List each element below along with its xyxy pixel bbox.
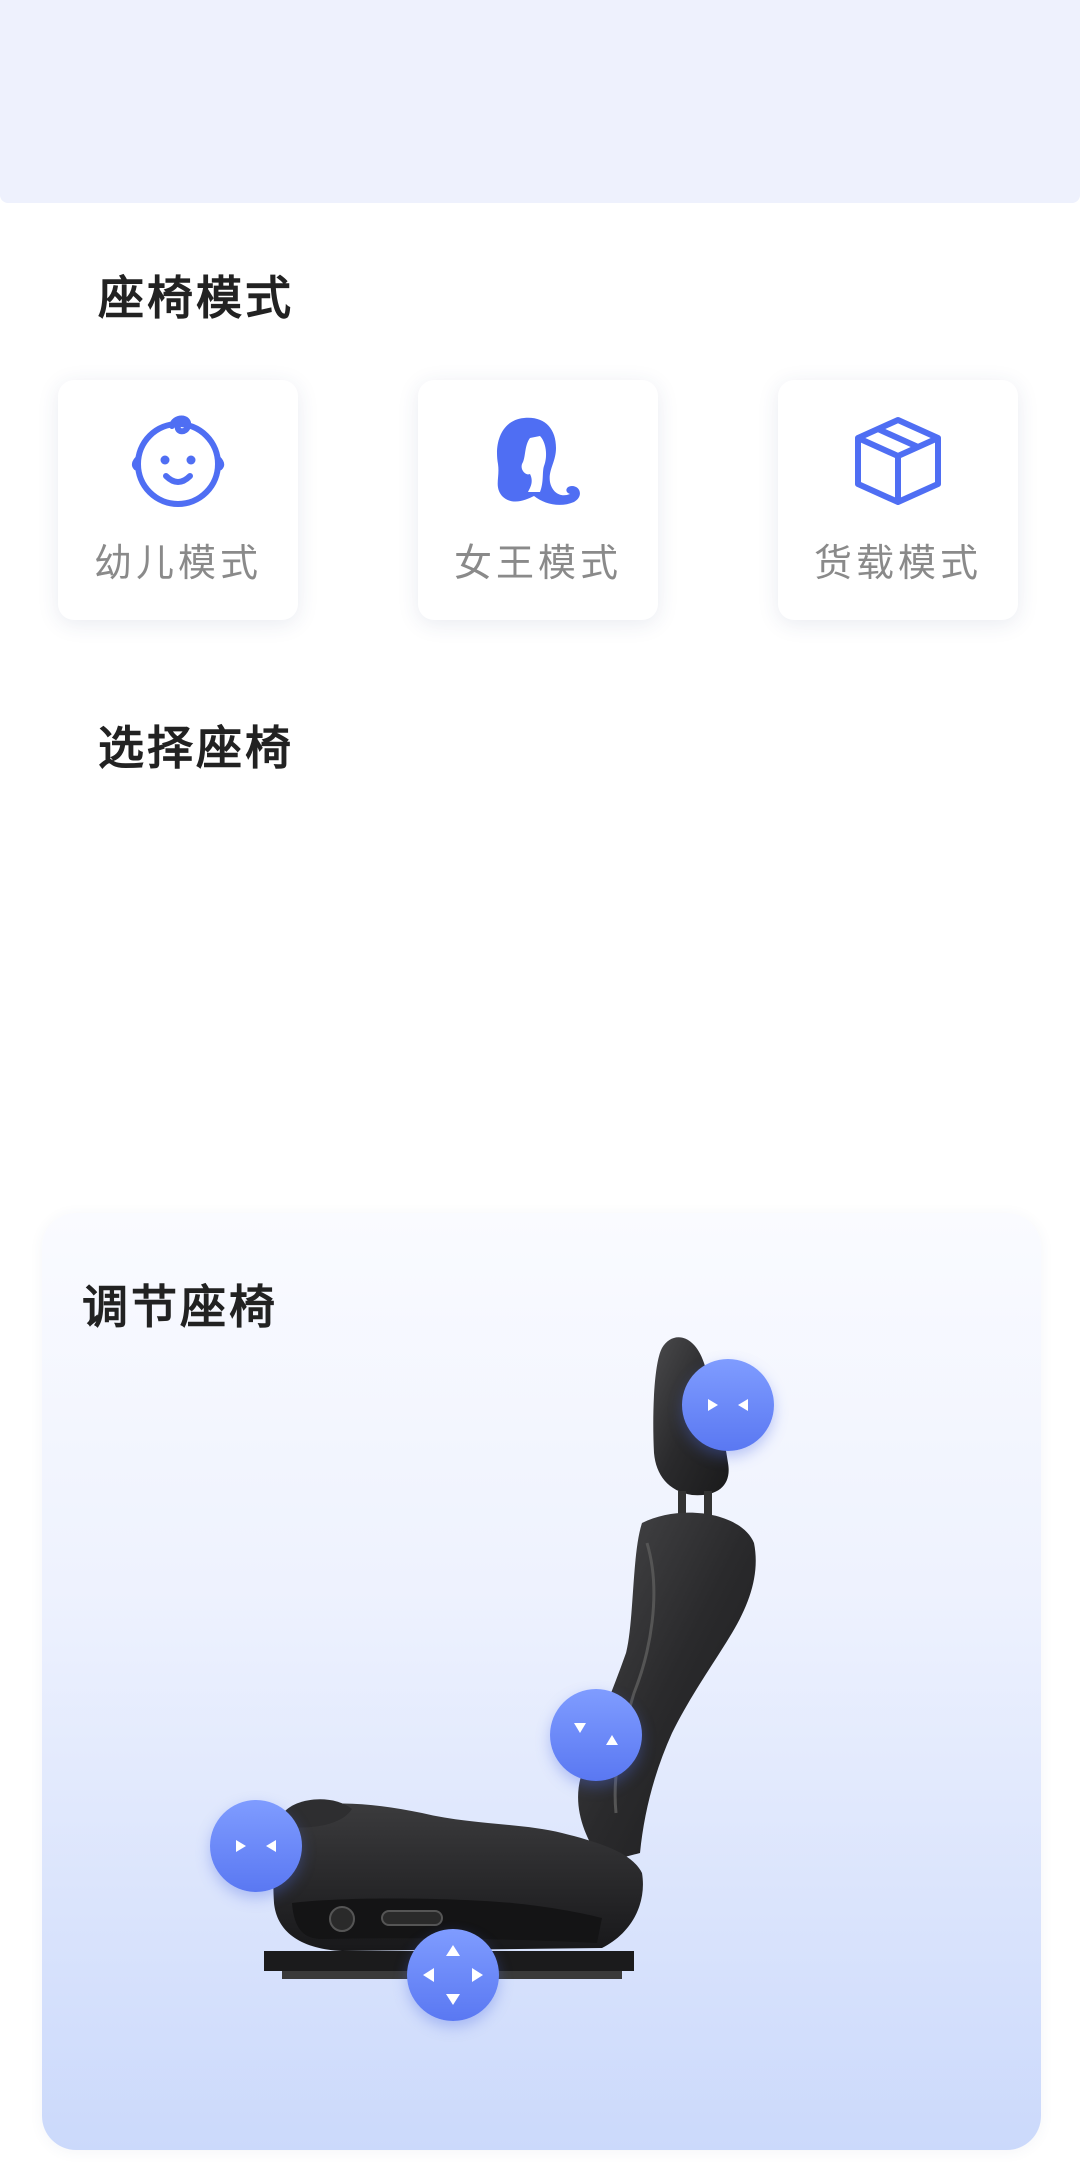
mode-label-queen: 女王模式 (453, 541, 622, 585)
four-way-arrows-icon (423, 1945, 483, 2005)
mode-card-infant[interactable]: 幼儿模式 (58, 380, 298, 620)
cargo-box-icon (850, 412, 946, 508)
left-right-arrows-icon (236, 1840, 276, 1852)
mode-label-infant: 幼儿模式 (93, 541, 262, 585)
seat-selector-area[interactable] (42, 790, 1041, 1170)
seat-mode-title: 座椅模式 (98, 271, 294, 325)
mode-label-cargo: 货载模式 (813, 541, 982, 585)
header-band (0, 0, 1080, 203)
headrest-adjust-button[interactable] (682, 1359, 774, 1451)
car-seat-image (264, 1337, 756, 1979)
baby-face-icon (130, 412, 226, 508)
select-seat-title: 选择座椅 (98, 721, 294, 775)
mode-card-queen[interactable]: 女王模式 (418, 380, 658, 620)
cushion-tilt-button[interactable] (210, 1800, 302, 1892)
adjust-seat-card: 调节座椅 (42, 1213, 1041, 2150)
queen-hair-icon (490, 412, 586, 508)
seat-position-button[interactable] (407, 1929, 499, 2021)
left-right-arrows-icon (708, 1399, 748, 1411)
mode-card-cargo[interactable]: 货载模式 (778, 380, 1018, 620)
backrest-recline-button[interactable] (550, 1689, 642, 1781)
recline-arrows-icon (574, 1723, 618, 1745)
